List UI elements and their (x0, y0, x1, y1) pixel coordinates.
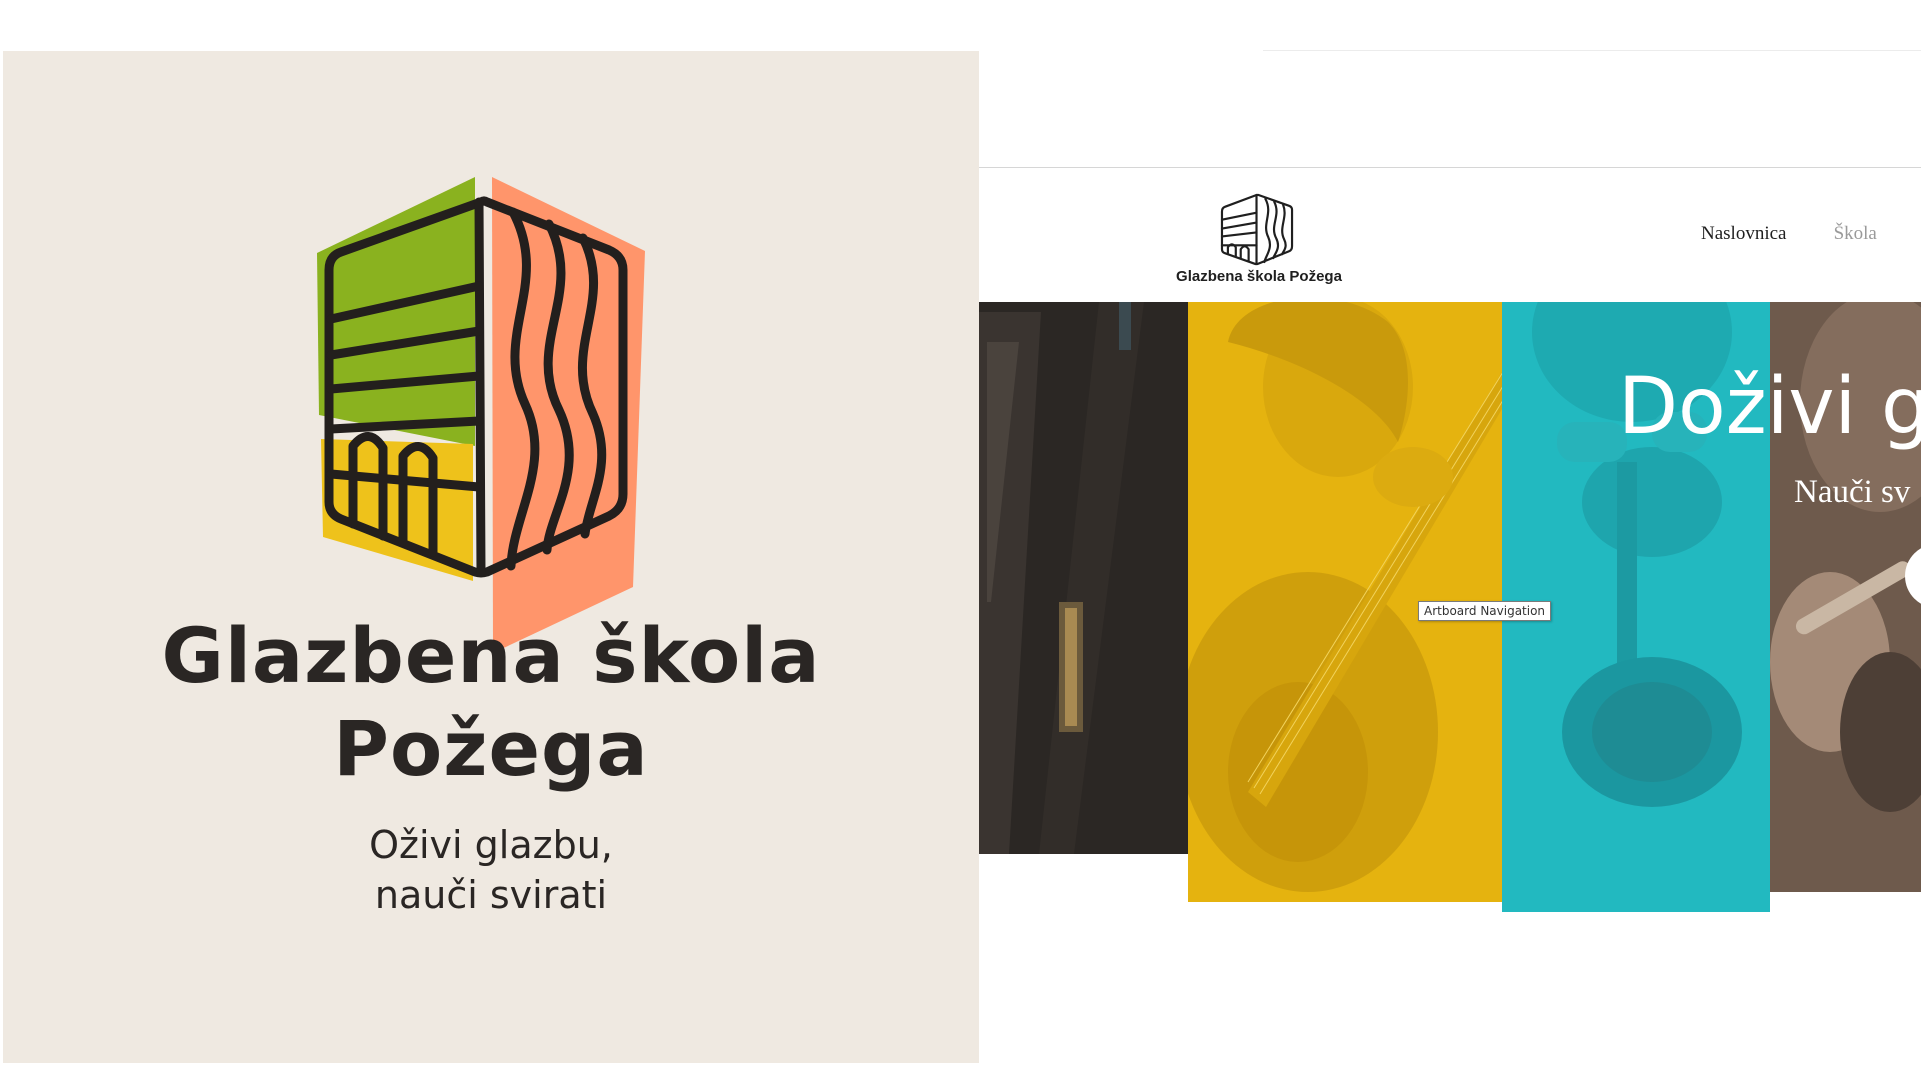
site-header: Glazbena škola Požega Naslovnica Škola (979, 168, 1921, 301)
hero-subtitle: Nauči sv (1794, 474, 1911, 510)
brand-tagline-line: Oživi glazbu, (369, 823, 613, 867)
site-logo-text: Glazbena škola Požega (1176, 268, 1342, 285)
school-building-icon (1218, 192, 1297, 267)
brand-title-line: Požega (333, 704, 649, 793)
brand-tagline-line: nauči svirati (374, 873, 608, 917)
brand-tagline: Oživi glazbu, nauči svirati (3, 820, 979, 920)
artboard-navigation-tooltip: Artboard Navigation (1418, 601, 1552, 621)
nav-link-naslovnica[interactable]: Naslovnica (1701, 223, 1786, 245)
hero-photo-dark (979, 302, 1188, 854)
brand-title: Glazbena škola Požega (3, 609, 979, 795)
site-logo[interactable]: Glazbena škola Požega (1176, 192, 1342, 288)
website-artboard: Glazbena škola Požega Naslovnica Škola D… (979, 167, 1921, 1082)
school-building-icon (313, 174, 731, 654)
hero-section: Doživi g Nauči sv (979, 302, 1921, 1082)
site-nav: Naslovnica Škola (1701, 223, 1919, 245)
hero-title: Doživi g (1618, 362, 1921, 452)
top-divider (1263, 50, 1921, 51)
brand-artboard: Glazbena škola Požega Oživi glazbu, nauč… (3, 51, 979, 1063)
brand-title-line: Glazbena škola (161, 611, 821, 700)
nav-link-skola[interactable]: Škola (1834, 223, 1877, 245)
